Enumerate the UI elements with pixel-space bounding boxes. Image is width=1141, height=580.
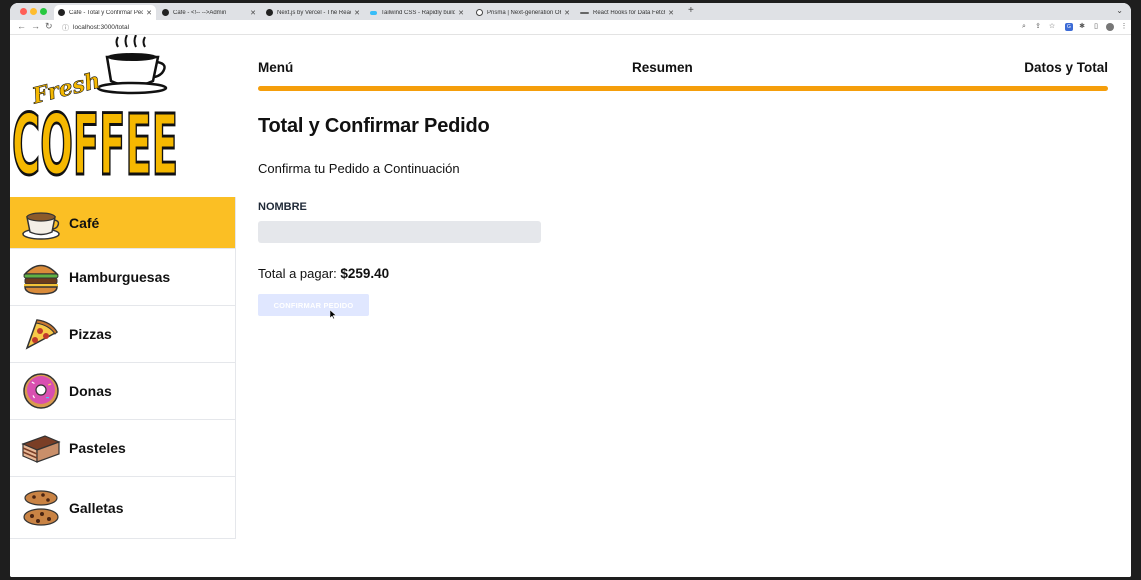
- browser-toolbar: ← → ↻ ⓘ localhost:3000/total ⌕ ⇪ ☆ G ✱ ▯…: [10, 20, 1131, 35]
- category-item-pasteles[interactable]: Pasteles: [10, 420, 235, 477]
- cookies-icon: [23, 489, 59, 526]
- step-resumen[interactable]: Resumen: [632, 60, 693, 75]
- reload-icon[interactable]: ↻: [45, 21, 53, 32]
- tab-title: Prisma | Next-generation ORM: [487, 9, 562, 16]
- pizza-icon: [25, 319, 59, 350]
- category-label: Hamburguesas: [69, 269, 171, 285]
- total-amount: $259.40: [340, 266, 390, 281]
- mouse-cursor-icon: [330, 310, 336, 319]
- close-tab-icon[interactable]: ✕: [564, 9, 570, 17]
- progress-bar-fill: [258, 86, 1108, 91]
- category-label: Galletas: [69, 499, 124, 516]
- category-label: Donas: [69, 383, 112, 399]
- browser-tab[interactable]: Café - <!-- -->Admin ✕: [158, 5, 260, 20]
- close-tab-icon[interactable]: ✕: [146, 9, 152, 17]
- side-panel-icon[interactable]: ▯: [1092, 23, 1100, 31]
- url-text: localhost:3000/total: [73, 24, 130, 31]
- browser-tab[interactable]: React Hooks for Data Fetching ✕: [576, 5, 678, 20]
- zoom-icon[interactable]: ⌕: [1020, 23, 1028, 31]
- share-icon[interactable]: ⇪: [1034, 23, 1042, 31]
- category-label: Pizzas: [69, 326, 112, 342]
- close-window-button[interactable]: [20, 8, 27, 15]
- prisma-icon: [476, 9, 483, 16]
- category-list: Café Hamburguesas Pizzas Donas Pasteles …: [10, 197, 236, 539]
- donut-icon: [23, 373, 59, 409]
- cake-icon: [21, 435, 61, 463]
- category-item-donas[interactable]: Donas: [10, 363, 235, 420]
- translate-extension-icon[interactable]: G: [1065, 23, 1073, 31]
- tab-title: Tailwind CSS - Rapidly build m: [381, 9, 456, 16]
- step-menu[interactable]: Menú: [258, 60, 293, 75]
- tab-title: React Hooks for Data Fetching: [593, 9, 665, 16]
- close-tab-icon[interactable]: ✕: [668, 9, 674, 17]
- step-datos-total[interactable]: Datos y Total: [1024, 60, 1108, 75]
- category-item-galletas[interactable]: Galletas: [10, 477, 235, 539]
- hamburger-icon: [23, 264, 59, 295]
- swr-icon: [580, 11, 589, 14]
- nextjs-icon: [162, 9, 169, 16]
- tailwind-icon: [370, 10, 377, 15]
- category-item-cafe[interactable]: Café: [10, 197, 235, 249]
- browser-tab[interactable]: Next.js by Vercel - The React F ✕: [262, 5, 364, 20]
- browser-window: Café - Total y Confirmar Pedido ✕ Café -…: [10, 3, 1131, 577]
- profile-avatar[interactable]: [1106, 23, 1114, 31]
- back-arrow-icon[interactable]: ←: [17, 21, 26, 31]
- name-field-label: NOMBRE: [258, 201, 307, 213]
- browser-tab[interactable]: Prisma | Next-generation ORM ✕: [472, 5, 574, 20]
- category-item-hamburguesas[interactable]: Hamburguesas: [10, 249, 235, 306]
- tab-title: Café - Total y Confirmar Pedido: [69, 9, 144, 16]
- address-bar[interactable]: ⓘ localhost:3000/total: [58, 22, 1058, 33]
- confirm-order-button[interactable]: CONFIRMAR PEDIDO: [258, 294, 369, 316]
- close-tab-icon[interactable]: ✕: [354, 9, 360, 17]
- nextjs-icon: [58, 9, 65, 16]
- total-line: Total a pagar: $259.40: [258, 266, 389, 281]
- new-tab-icon[interactable]: +: [688, 5, 694, 16]
- browser-tab[interactable]: Café - Total y Confirmar Pedido ✕: [54, 5, 156, 20]
- progress-bar: [258, 86, 1108, 91]
- category-item-pizzas[interactable]: Pizzas: [10, 306, 235, 363]
- step-navigation: Menú Resumen Datos y Total: [258, 60, 1108, 76]
- logo-coffee-text: COFFEE: [12, 97, 178, 185]
- forward-arrow-icon[interactable]: →: [31, 21, 40, 31]
- extensions-puzzle-icon[interactable]: ✱: [1078, 23, 1086, 31]
- page-title: Total y Confirmar Pedido: [258, 115, 490, 137]
- tab-title: Next.js by Vercel - The React F: [277, 9, 351, 16]
- category-label: Pasteles: [69, 440, 126, 456]
- browser-tab[interactable]: Tailwind CSS - Rapidly build m ✕: [366, 5, 468, 20]
- sidebar: Fresh COFFEE Café Hamburguesas Pizzas Do…: [10, 35, 236, 539]
- info-icon[interactable]: ⓘ: [62, 23, 69, 33]
- close-tab-icon[interactable]: ✕: [250, 9, 256, 17]
- category-label: Café: [69, 214, 100, 231]
- name-input[interactable]: [258, 221, 541, 243]
- kebab-menu-icon[interactable]: ⋮: [1120, 23, 1128, 31]
- minimize-window-button[interactable]: [30, 8, 37, 15]
- maximize-window-button[interactable]: [40, 8, 47, 15]
- nextjs-icon: [266, 9, 273, 16]
- fresh-coffee-logo: Fresh COFFEE: [11, 35, 179, 185]
- coffee-cup-icon: [22, 211, 60, 240]
- close-tab-icon[interactable]: ✕: [458, 9, 464, 17]
- bookmark-star-icon[interactable]: ☆: [1048, 23, 1056, 31]
- tab-strip: Café - Total y Confirmar Pedido ✕ Café -…: [10, 3, 1131, 20]
- page-subtitle: Confirma tu Pedido a Continuación: [258, 161, 460, 176]
- page-content: Fresh COFFEE Café Hamburguesas Pizzas Do…: [10, 35, 1131, 577]
- chevron-down-icon[interactable]: ⌄: [1116, 6, 1123, 15]
- tab-title: Café - <!-- -->Admin: [173, 9, 227, 16]
- total-label: Total a pagar:: [258, 266, 341, 281]
